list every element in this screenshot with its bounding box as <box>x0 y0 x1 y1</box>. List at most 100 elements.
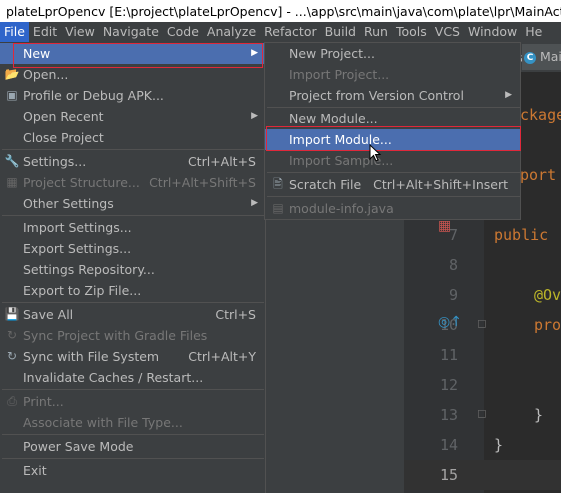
menu-item-label: Save All <box>23 307 74 322</box>
submenu-item-module-info[interactable]: ▤ module-info.java <box>265 198 520 219</box>
menu-vcs[interactable]: VCS <box>431 22 464 42</box>
menu-file[interactable]: File <box>0 22 29 42</box>
line-number: 8 <box>448 256 458 274</box>
menu-item-label: Associate with File Type... <box>23 415 183 430</box>
fold-icon[interactable]: ◻ <box>477 406 487 420</box>
menu-item-sync-file-system[interactable]: ↻ Sync with File System Ctrl+Alt+Y <box>0 346 264 367</box>
java-file-icon: ▤ <box>272 201 284 215</box>
menu-item-open-recent[interactable]: Open Recent ▶ <box>0 106 264 127</box>
menu-item-invalidate-caches[interactable]: Invalidate Caches / Restart... <box>0 367 264 388</box>
submenu-item-scratch-file[interactable]: 🖹 Scratch File Ctrl+Alt+Shift+Insert <box>265 174 520 195</box>
new-submenu: New Project... Import Project... Project… <box>264 42 521 220</box>
menu-item-new[interactable]: New ▶ <box>0 43 264 64</box>
save-icon: 💾 <box>4 307 20 321</box>
menu-separator <box>267 172 520 173</box>
submenu-item-import-module[interactable]: Import Module... <box>265 129 520 150</box>
menu-item-label: Project Structure... <box>23 175 140 190</box>
menu-item-profile-debug-apk[interactable]: ▣ Profile or Debug APK... <box>0 85 264 106</box>
submenu-arrow-icon: ▶ <box>251 48 258 58</box>
menu-help[interactable]: He <box>521 22 546 42</box>
menu-code[interactable]: Code <box>163 22 203 42</box>
menu-item-label: Import Settings... <box>23 220 132 235</box>
submenu-arrow-icon: ▶ <box>505 90 512 100</box>
menu-item-power-save-mode[interactable]: Power Save Mode <box>0 436 264 457</box>
code-public: public <box>494 226 549 244</box>
code-import: port <box>520 166 557 184</box>
submenu-arrow-icon: ▶ <box>251 198 258 208</box>
menu-tools[interactable]: Tools <box>392 22 431 42</box>
menu-separator <box>2 434 264 435</box>
submenu-item-import-project[interactable]: Import Project... <box>265 64 520 85</box>
menu-item-print[interactable]: ⎙ Print... <box>0 391 264 412</box>
fold-icon[interactable]: ◻ <box>477 316 487 330</box>
wrench-icon: 🔧 <box>4 154 20 168</box>
menu-separator <box>2 149 264 150</box>
menu-item-label: Export to Zip File... <box>23 283 142 298</box>
menu-refactor[interactable]: Refactor <box>260 22 320 42</box>
menu-item-shortcut: Ctrl+Alt+S <box>187 154 256 169</box>
menu-item-other-settings[interactable]: Other Settings ▶ <box>0 193 264 214</box>
menu-build[interactable]: Build <box>321 22 360 42</box>
override-method-icon[interactable]: ◎↑ <box>438 314 462 330</box>
android-layout-icon[interactable]: ▦ <box>438 218 451 234</box>
file-menu-dropdown: New ▶ 📂 Open... ▣ Profile or Debug APK..… <box>0 42 266 493</box>
apk-icon: ▣ <box>6 88 18 102</box>
menu-item-settings-repository[interactable]: Settings Repository... <box>0 259 264 280</box>
menu-item-save-all[interactable]: 💾 Save All Ctrl+S <box>0 304 264 325</box>
menu-item-label: Other Settings <box>23 196 114 211</box>
menu-item-open[interactable]: 📂 Open... <box>0 64 264 85</box>
menu-item-label: Project from Version Control <box>289 88 464 103</box>
submenu-item-new-module[interactable]: New Module... <box>265 108 520 129</box>
line-number: 9 <box>448 286 458 304</box>
submenu-item-new-project[interactable]: New Project... <box>265 43 520 64</box>
menu-item-label: New <box>23 46 51 61</box>
menu-item-export-settings[interactable]: Export Settings... <box>0 238 264 259</box>
structure-icon: ▦ <box>6 175 18 189</box>
menu-item-shortcut: Ctrl+Alt+Y <box>188 349 256 364</box>
code-brace-inner: } <box>534 406 544 424</box>
menu-item-label: New Project... <box>289 46 375 61</box>
class-icon: C <box>524 51 536 64</box>
menu-item-label: Invalidate Caches / Restart... <box>23 370 204 385</box>
menu-view[interactable]: View <box>61 22 99 42</box>
menu-run[interactable]: Run <box>360 22 392 42</box>
menu-item-sync-gradle[interactable]: ↻ Sync Project with Gradle Files <box>0 325 264 346</box>
refresh-icon: ↻ <box>6 349 18 363</box>
menu-navigate[interactable]: Navigate <box>99 22 163 42</box>
line-number-current: 15 <box>439 466 458 484</box>
menu-item-associate-file-type[interactable]: Associate with File Type... <box>0 412 264 433</box>
menu-item-shortcut: Ctrl+Alt+Shift+Insert <box>373 177 508 192</box>
line-number: 13 <box>439 406 458 424</box>
menu-analyze[interactable]: Analyze <box>203 22 260 42</box>
menu-item-import-settings[interactable]: Import Settings... <box>0 217 264 238</box>
line-number: 11 <box>439 346 458 364</box>
scratch-file-icon: 🖹 <box>273 177 283 191</box>
print-icon: ⎙ <box>7 394 17 408</box>
menu-item-label: Open... <box>23 67 69 82</box>
menu-bar: File Edit View Navigate Code Analyze Ref… <box>0 22 561 42</box>
menu-item-close-project[interactable]: Close Project <box>0 127 264 148</box>
menu-item-export-zip[interactable]: Export to Zip File... <box>0 280 264 301</box>
menu-item-label: Sync Project with Gradle Files <box>23 328 208 343</box>
menu-item-shortcut: Ctrl+Alt+Shift+S <box>149 175 256 190</box>
menu-item-label: Close Project <box>23 130 104 145</box>
menu-item-label: New Module... <box>289 111 378 126</box>
menu-item-exit[interactable]: Exit <box>0 460 264 481</box>
menu-item-settings[interactable]: 🔧 Settings... Ctrl+Alt+S <box>0 151 264 172</box>
menu-edit[interactable]: Edit <box>29 22 61 42</box>
menu-item-project-structure[interactable]: ▦ Project Structure... Ctrl+Alt+Shift+S <box>0 172 264 193</box>
submenu-arrow-icon: ▶ <box>251 111 258 121</box>
line-number: 12 <box>439 376 458 394</box>
menu-item-label: Scratch File <box>289 177 362 192</box>
editor-tab-mainactivity[interactable]: C Mai <box>522 44 561 70</box>
folder-open-icon: 📂 <box>4 67 20 81</box>
submenu-item-project-from-vcs[interactable]: Project from Version Control ▶ <box>265 85 520 106</box>
code-package: ckage <box>520 106 561 124</box>
code-override: @Ov <box>534 286 561 304</box>
menu-item-shortcut: Ctrl+S <box>215 307 256 322</box>
menu-separator <box>267 196 520 197</box>
menu-window[interactable]: Window <box>464 22 521 42</box>
title-bar: plateLprOpencv [E:\project\plateLprOpenc… <box>0 0 561 22</box>
submenu-item-import-sample[interactable]: Import Sample... <box>265 150 520 171</box>
editor-tab-2-label: Mai <box>539 49 561 64</box>
